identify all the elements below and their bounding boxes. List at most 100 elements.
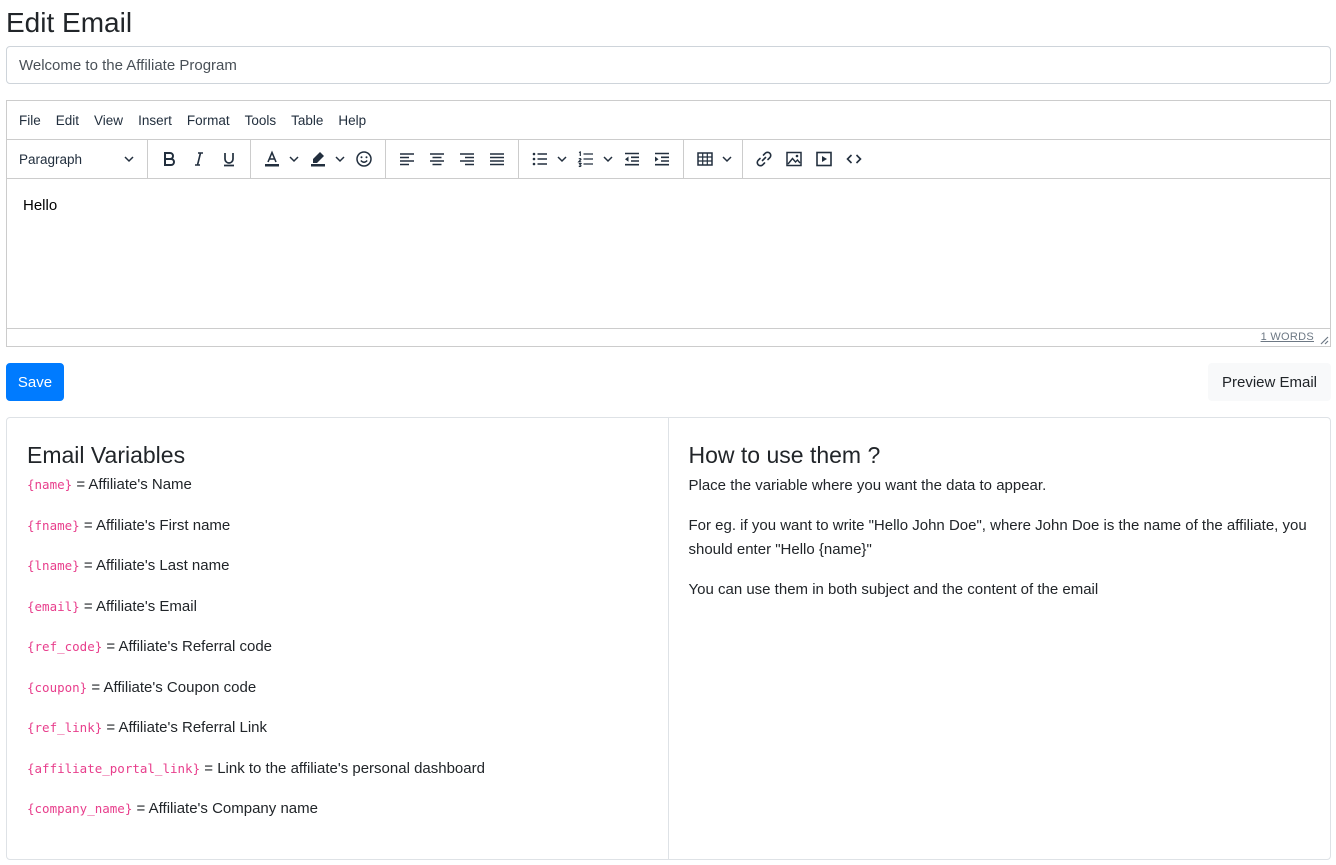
resize-handle-icon[interactable] <box>1319 335 1329 345</box>
align-left-icon <box>400 153 414 166</box>
table-dropdown[interactable] <box>720 144 734 174</box>
rich-text-editor: File Edit View Insert Format Tools Table… <box>6 100 1331 347</box>
editor-toolbar: Paragraph <box>7 140 1330 179</box>
highlight-icon <box>311 152 325 167</box>
chevron-down-icon <box>557 156 567 163</box>
chevron-down-icon <box>289 156 299 163</box>
menu-help[interactable]: Help <box>332 109 372 132</box>
editor-content-area[interactable]: Hello <box>7 179 1330 328</box>
variable-description: = Affiliate's Last name <box>79 557 230 574</box>
variable-row: {lname} = Affiliate's Last name <box>27 555 648 577</box>
link-icon <box>756 151 772 167</box>
italic-icon <box>195 152 203 166</box>
menu-file[interactable]: File <box>13 109 47 132</box>
variable-code: {company_name} <box>27 801 133 816</box>
variable-row: {affiliate_portal_link} = Link to the af… <box>27 758 648 780</box>
text-color-icon <box>265 150 279 167</box>
media-button[interactable] <box>809 144 839 174</box>
variable-description: = Affiliate's Referral code <box>102 638 273 655</box>
italic-button[interactable] <box>184 144 214 174</box>
highlight-button[interactable] <box>303 144 333 174</box>
variable-code: {affiliate_portal_link} <box>27 760 201 776</box>
align-right-button[interactable] <box>452 144 482 174</box>
variable-description: = Affiliate's Coupon code <box>87 678 257 696</box>
how-to-paragraph: You can use them in both subject and the… <box>688 581 1099 598</box>
variable-description: = Affiliate's Email <box>79 597 197 615</box>
word-count[interactable]: 1 WORDS <box>1261 331 1314 343</box>
chevron-down-icon <box>603 156 613 163</box>
media-icon <box>816 151 832 167</box>
email-variables-heading: Email Variables <box>27 442 186 468</box>
subject-input[interactable] <box>6 46 1331 84</box>
align-justify-button[interactable] <box>482 144 512 174</box>
emoji-button[interactable] <box>349 144 379 174</box>
variable-code: {coupon} <box>27 679 88 695</box>
link-button[interactable] <box>749 144 779 174</box>
align-right-icon <box>460 153 474 166</box>
align-left-button[interactable] <box>392 144 422 174</box>
source-code-icon <box>846 154 862 164</box>
variable-description: = Affiliate's First name <box>79 516 231 534</box>
variable-description: = Affiliate's Name <box>72 476 192 493</box>
variable-code: {email} <box>27 598 80 614</box>
chevron-down-icon <box>124 156 134 163</box>
editor-content[interactable]: Hello <box>23 197 1314 214</box>
page-title: Edit Email <box>6 7 133 38</box>
table-button[interactable] <box>690 144 720 174</box>
editor-menubar: File Edit View Insert Format Tools Table… <box>7 101 1330 140</box>
variable-description: = Affiliate's Referral Link <box>102 719 268 736</box>
align-center-icon <box>430 153 444 166</box>
text-color-dropdown[interactable] <box>287 144 301 174</box>
save-button[interactable]: Save <box>6 363 64 401</box>
variable-code: {fname} <box>27 517 80 533</box>
chevron-down-icon <box>335 156 345 163</box>
editor-statusbar: 1 WORDS <box>7 328 1330 346</box>
menu-view[interactable]: View <box>88 109 129 132</box>
how-to-use-panel: How to use them ? Place the variable whe… <box>669 418 1331 859</box>
preview-email-button[interactable]: Preview Email <box>1208 363 1331 401</box>
numbered-list-icon <box>577 151 593 168</box>
variable-row: {coupon} = Affiliate's Coupon code <box>27 677 648 699</box>
bullet-list-dropdown[interactable] <box>555 144 569 174</box>
menu-insert[interactable]: Insert <box>132 109 178 132</box>
image-button[interactable] <box>779 144 809 174</box>
how-to-use-heading: How to use them ? <box>688 442 881 468</box>
variable-description: = Link to the affiliate's personal dashb… <box>200 759 485 777</box>
menu-edit[interactable]: Edit <box>50 109 85 132</box>
align-center-button[interactable] <box>422 144 452 174</box>
variable-row: {ref_link} = Affiliate's Referral Link <box>27 717 648 739</box>
bold-icon <box>164 152 175 166</box>
menu-format[interactable]: Format <box>181 109 236 132</box>
emoji-icon <box>356 151 372 167</box>
text-color-button[interactable] <box>257 144 287 174</box>
variable-code: {ref_link} <box>27 720 103 735</box>
variable-description: = Affiliate's Company name <box>132 800 318 817</box>
chevron-down-icon <box>722 156 732 163</box>
block-format-select[interactable]: Paragraph <box>13 144 141 174</box>
variable-row: {ref_code} = Affiliate's Referral code <box>27 636 648 658</box>
variable-row: {email} = Affiliate's Email <box>27 596 648 618</box>
source-code-button[interactable] <box>839 144 869 174</box>
indent-icon <box>655 152 669 166</box>
indent-button[interactable] <box>647 144 677 174</box>
image-icon <box>786 151 802 167</box>
variable-row: {company_name} = Affiliate's Company nam… <box>27 798 648 820</box>
align-justify-icon <box>490 153 504 166</box>
variable-row: {fname} = Affiliate's First name <box>27 515 648 537</box>
underline-button[interactable] <box>214 144 244 174</box>
numbered-list-dropdown[interactable] <box>601 144 615 174</box>
variables-info-card: Email Variables {name} = Affiliate's Nam… <box>6 417 1331 860</box>
highlight-dropdown[interactable] <box>333 144 347 174</box>
bullet-list-icon <box>532 152 547 166</box>
bold-button[interactable] <box>154 144 184 174</box>
numbered-list-button[interactable] <box>571 144 601 174</box>
outdent-button[interactable] <box>617 144 647 174</box>
bullet-list-button[interactable] <box>525 144 555 174</box>
block-format-label: Paragraph <box>19 151 83 167</box>
menu-tools[interactable]: Tools <box>239 109 283 132</box>
menu-table[interactable]: Table <box>285 109 329 132</box>
how-to-paragraph: Place the variable where you want the da… <box>688 477 1047 494</box>
variable-code: {ref_code} <box>27 639 103 654</box>
how-to-paragraph: For eg. if you want to write "Hello John… <box>688 517 1307 558</box>
variable-code: {lname} <box>27 558 80 573</box>
